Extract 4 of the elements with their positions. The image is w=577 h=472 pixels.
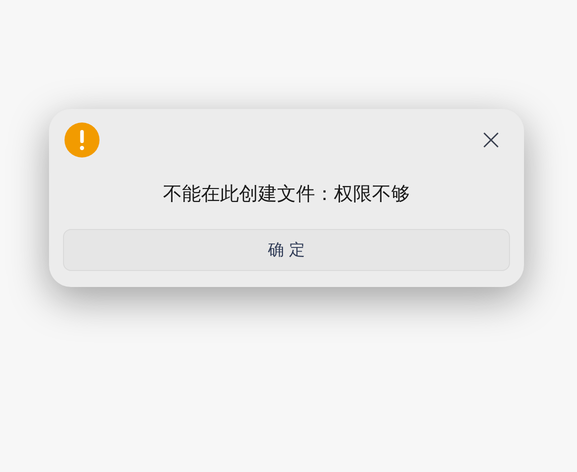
close-icon [483,132,499,148]
message-text: 不能在此创建文件：权限不够 [162,182,411,206]
warning-icon [64,122,100,158]
ok-button[interactable]: 确 定 [63,229,510,271]
